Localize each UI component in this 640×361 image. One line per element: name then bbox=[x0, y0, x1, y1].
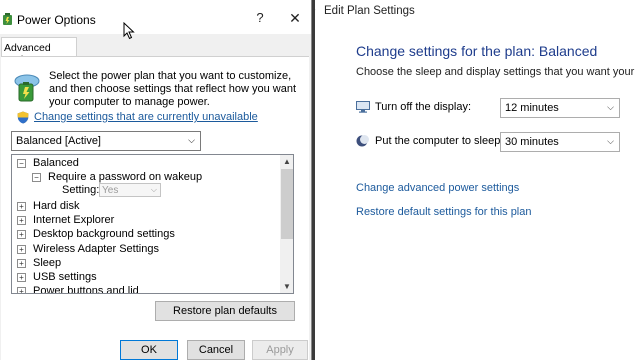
advanced-settings-panel: Select the power plan that you want to c… bbox=[1, 56, 309, 361]
sleep-setting-row: Put the computer to sleep: 30 minutes ⌵ bbox=[356, 132, 640, 154]
page-title: Change settings for the plan: Balanced bbox=[356, 43, 598, 59]
expand-icon[interactable]: + bbox=[17, 259, 26, 268]
collapse-icon[interactable]: − bbox=[32, 173, 41, 182]
expand-icon[interactable]: + bbox=[17, 287, 26, 293]
tree-node-label: Internet Explorer bbox=[33, 214, 115, 226]
tree-node-label: Wireless Adapter Settings bbox=[33, 243, 159, 255]
intro-description: Select the power plan that you want to c… bbox=[49, 70, 297, 108]
breadcrumb[interactable]: Edit Plan Settings bbox=[324, 5, 415, 17]
ok-button[interactable]: OK bbox=[120, 340, 178, 360]
expand-icon[interactable]: + bbox=[17, 202, 26, 211]
setting-value: Yes bbox=[102, 185, 119, 196]
power-plan-icon bbox=[3, 13, 12, 25]
uac-shield-icon bbox=[17, 111, 29, 124]
tree-node-label: Balanced bbox=[33, 157, 79, 169]
moon-icon bbox=[356, 135, 369, 147]
display-setting-label: Turn off the display: bbox=[375, 101, 471, 113]
settings-tree[interactable]: − Balanced − Require a password on wakeu… bbox=[11, 154, 294, 294]
dialog-titlebar[interactable]: Power Options ? ✕ bbox=[0, 0, 311, 40]
tree-node-label: USB settings bbox=[33, 271, 97, 283]
tab-advanced-settings[interactable]: Advanced settings bbox=[1, 37, 77, 66]
close-button[interactable]: ✕ bbox=[285, 10, 305, 28]
battery-plan-icon bbox=[14, 74, 40, 102]
collapse-icon[interactable]: − bbox=[17, 159, 26, 168]
setting-label: Setting: bbox=[62, 184, 100, 196]
page-subtitle: Choose the sleep and display settings th… bbox=[356, 66, 635, 78]
tree-scrollbar[interactable]: ▲ ▼ bbox=[280, 155, 293, 293]
control-panel-toolbar: › Edit Plan Settings bbox=[300, 0, 640, 25]
chevron-down-icon: ⌵ bbox=[150, 185, 157, 194]
change-unavailable-settings-link[interactable]: Change settings that are currently unava… bbox=[34, 111, 258, 123]
change-advanced-settings-link[interactable]: Change advanced power settings bbox=[356, 182, 519, 194]
tree-node-label: Desktop background settings bbox=[33, 228, 175, 240]
monitor-icon bbox=[356, 101, 370, 113]
setting-value-select[interactable]: Yes ⌵ bbox=[99, 183, 161, 197]
dialog-title: Power Options bbox=[17, 13, 96, 27]
mouse-pointer-icon bbox=[123, 22, 135, 40]
expand-icon[interactable]: + bbox=[17, 245, 26, 254]
expand-icon[interactable]: + bbox=[17, 230, 26, 239]
sleep-timeout-value: 30 minutes bbox=[505, 136, 559, 148]
expand-icon[interactable]: + bbox=[17, 273, 26, 282]
scroll-up-icon[interactable]: ▲ bbox=[280, 155, 293, 168]
sleep-setting-label: Put the computer to sleep: bbox=[375, 135, 504, 147]
power-plan-select[interactable]: Balanced [Active] ⌵ bbox=[11, 131, 201, 151]
expand-icon[interactable]: + bbox=[17, 216, 26, 225]
power-plan-select-value: Balanced [Active] bbox=[16, 135, 101, 147]
chevron-down-icon: ⌵ bbox=[188, 135, 195, 145]
help-button[interactable]: ? bbox=[252, 10, 268, 26]
tree-node-label: Hard disk bbox=[33, 200, 80, 212]
display-timeout-value: 12 minutes bbox=[505, 102, 559, 114]
power-options-dialog: Power Options ? ✕ Advanced settings Sele… bbox=[0, 0, 312, 361]
restore-default-settings-link[interactable]: Restore default settings for this plan bbox=[356, 206, 531, 218]
scrollbar-thumb[interactable] bbox=[281, 169, 293, 239]
apply-button[interactable]: Apply bbox=[252, 340, 308, 360]
tree-node-label: Power buttons and lid bbox=[33, 285, 139, 294]
tree-node-label: Require a password on wakeup bbox=[48, 171, 203, 183]
chevron-down-icon: ⌵ bbox=[607, 136, 614, 146]
cancel-button[interactable]: Cancel bbox=[187, 340, 245, 360]
restore-plan-defaults-button[interactable]: Restore plan defaults bbox=[155, 301, 295, 321]
sleep-timeout-select[interactable]: 30 minutes ⌵ bbox=[500, 132, 620, 152]
scroll-down-icon[interactable]: ▼ bbox=[280, 280, 293, 293]
chevron-down-icon: ⌵ bbox=[607, 102, 614, 112]
tree-node-label: Sleep bbox=[33, 257, 62, 269]
display-setting-row: Turn off the display: 12 minutes ⌵ bbox=[356, 98, 640, 120]
edit-plan-settings-page: Change settings for the plan: Balanced C… bbox=[314, 24, 640, 360]
display-timeout-select[interactable]: 12 minutes ⌵ bbox=[500, 98, 620, 118]
